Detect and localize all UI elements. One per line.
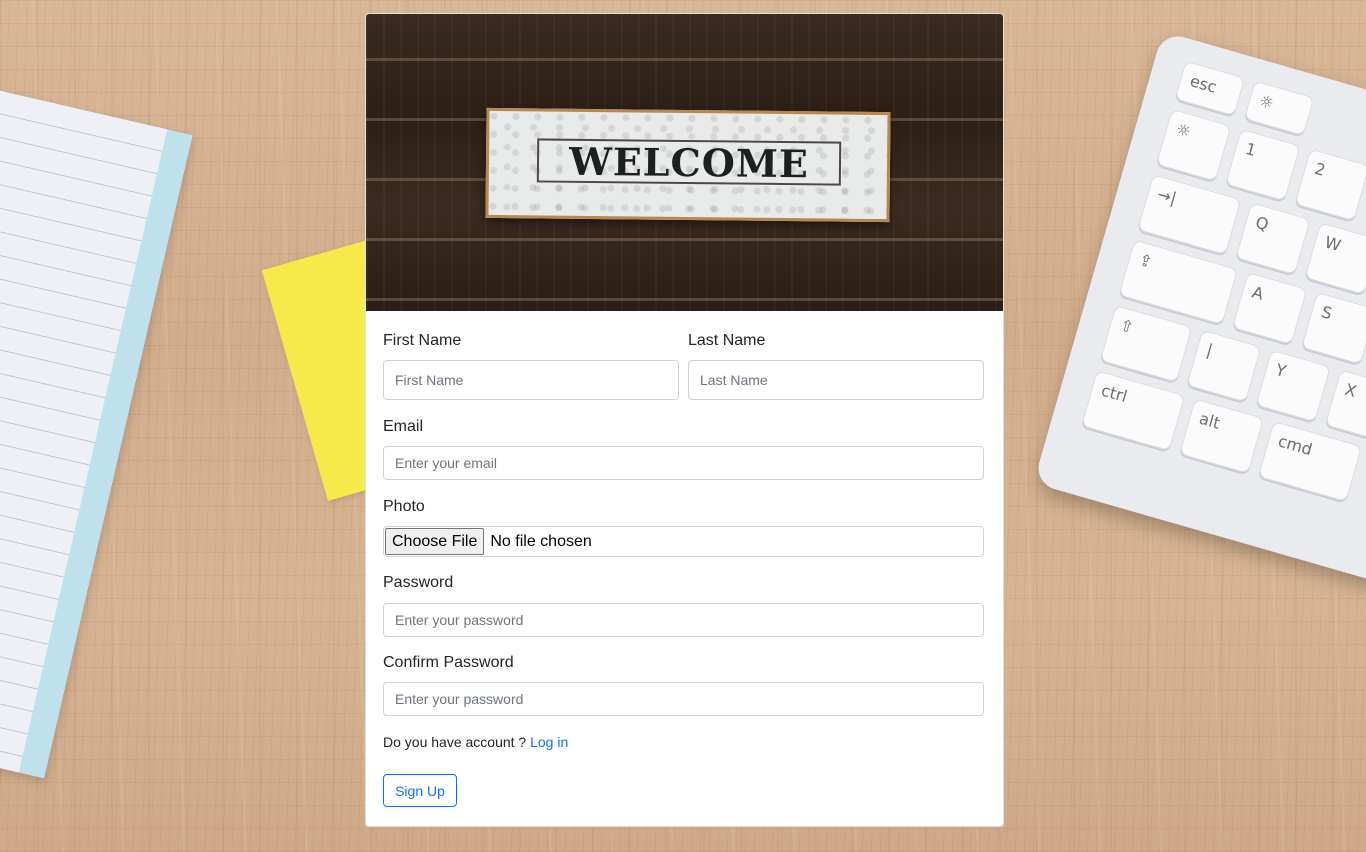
email-input[interactable] bbox=[383, 446, 984, 480]
keyboard-key: ⇧ bbox=[1099, 304, 1193, 383]
welcome-sign: WELCOME bbox=[485, 107, 891, 223]
welcome-hero-image: WELCOME bbox=[366, 14, 1003, 311]
keyboard-key: ☼ bbox=[1243, 80, 1315, 137]
confirm-password-input[interactable] bbox=[383, 682, 984, 716]
keyboard-key: W bbox=[1304, 222, 1366, 295]
keyboard-key: cmd bbox=[1257, 420, 1363, 502]
photo-file-input[interactable]: Choose File No file chosen bbox=[383, 526, 984, 557]
login-link[interactable]: Log in bbox=[530, 734, 568, 750]
keyboard-key: Y bbox=[1255, 349, 1331, 423]
last-name-input[interactable] bbox=[688, 360, 984, 400]
keyboard-key: X bbox=[1324, 369, 1366, 443]
password-input[interactable] bbox=[383, 603, 984, 637]
email-label: Email bbox=[383, 418, 424, 435]
confirm-password-label: Confirm Password bbox=[383, 654, 514, 671]
account-prompt-text: Do you have account ? bbox=[383, 734, 527, 750]
welcome-sign-text: WELCOME bbox=[536, 138, 842, 186]
keyboard-key: Q bbox=[1235, 202, 1311, 276]
signup-card: WELCOME First Name Last Name Email Photo… bbox=[365, 13, 1004, 827]
sign-up-button[interactable]: Sign Up bbox=[383, 774, 457, 807]
account-prompt: Do you have account ? Log in bbox=[383, 734, 568, 750]
file-status-text: No file chosen bbox=[490, 532, 592, 550]
keyboard-key: →| bbox=[1137, 174, 1242, 256]
last-name-label: Last Name bbox=[688, 332, 766, 349]
keyboard-key: 1 bbox=[1225, 128, 1301, 202]
keyboard-key: alt bbox=[1178, 398, 1265, 474]
first-name-input[interactable] bbox=[383, 360, 679, 400]
keyboard-key: A bbox=[1231, 271, 1308, 345]
keyboard-key: 2 bbox=[1294, 148, 1366, 222]
keyboard-key: ctrl bbox=[1080, 370, 1186, 452]
keyboard-key: S bbox=[1301, 291, 1366, 365]
keyboard-key: esc bbox=[1174, 60, 1246, 117]
photo-label: Photo bbox=[383, 498, 425, 515]
choose-file-button[interactable]: Choose File bbox=[385, 528, 485, 555]
keyboard-key: ☼ bbox=[1155, 108, 1232, 182]
keyboard-key: | bbox=[1186, 329, 1262, 403]
first-name-label: First Name bbox=[383, 332, 462, 349]
password-label: Password bbox=[383, 574, 454, 591]
